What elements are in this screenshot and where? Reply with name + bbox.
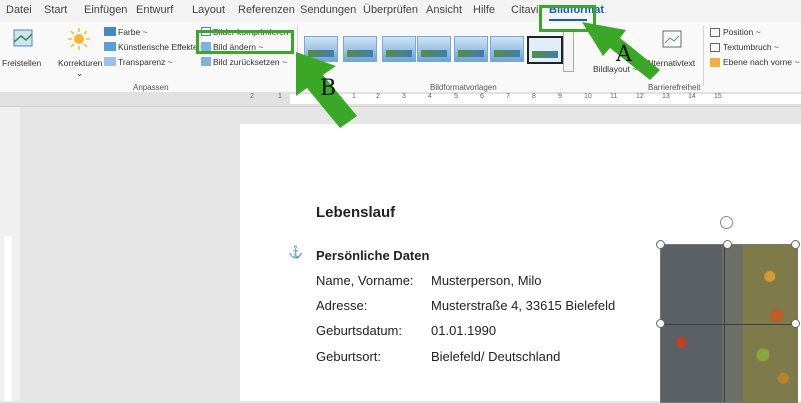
callout-b: B <box>320 76 337 101</box>
callout-a: A <box>616 42 632 67</box>
annotation-arrows <box>296 22 660 128</box>
